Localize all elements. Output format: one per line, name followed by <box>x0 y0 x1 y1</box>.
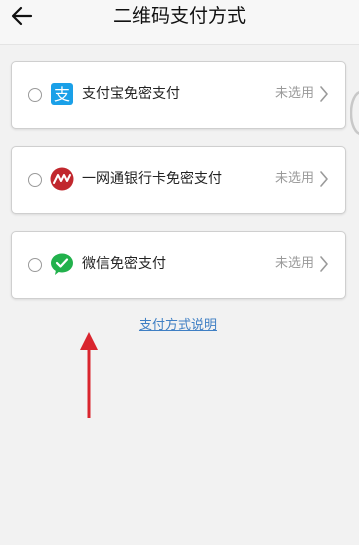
radio-button[interactable] <box>28 88 42 102</box>
radio-button[interactable] <box>28 258 42 272</box>
payment-option-alipay[interactable]: 支 支付宝免密支付 未选用 <box>11 61 346 129</box>
chevron-right-icon <box>320 256 328 272</box>
chevron-right-icon <box>320 171 328 187</box>
payment-option-wechat[interactable]: 微信免密支付 未选用 <box>11 231 346 299</box>
payment-option-status: 未选用 <box>274 171 314 186</box>
payment-option-status: 未选用 <box>274 256 314 271</box>
annotation-arrow-up-icon <box>80 332 98 418</box>
edge-handle-icon[interactable] <box>350 90 359 136</box>
yiwangtong-logo-icon <box>50 167 74 191</box>
page-title: 二维码支付方式 <box>112 5 246 27</box>
payment-option-status: 未选用 <box>274 86 314 101</box>
radio-button[interactable] <box>28 173 42 187</box>
chevron-right-icon <box>320 86 328 102</box>
payment-method-help-link[interactable]: 支付方式说明 <box>0 317 356 335</box>
wechat-pay-logo-icon <box>51 253 73 275</box>
payment-option-label: 支付宝免密支付 <box>82 86 180 102</box>
alipay-logo-icon: 支 <box>51 83 73 105</box>
payment-option-label: 一网通银行卡免密支付 <box>82 171 222 187</box>
top-bar: 二维码支付方式 <box>0 0 359 45</box>
svg-text:支: 支 <box>54 85 70 104</box>
payment-option-bank-card[interactable]: 一网通银行卡免密支付 未选用 <box>11 146 346 214</box>
payment-option-label: 微信免密支付 <box>82 256 166 272</box>
